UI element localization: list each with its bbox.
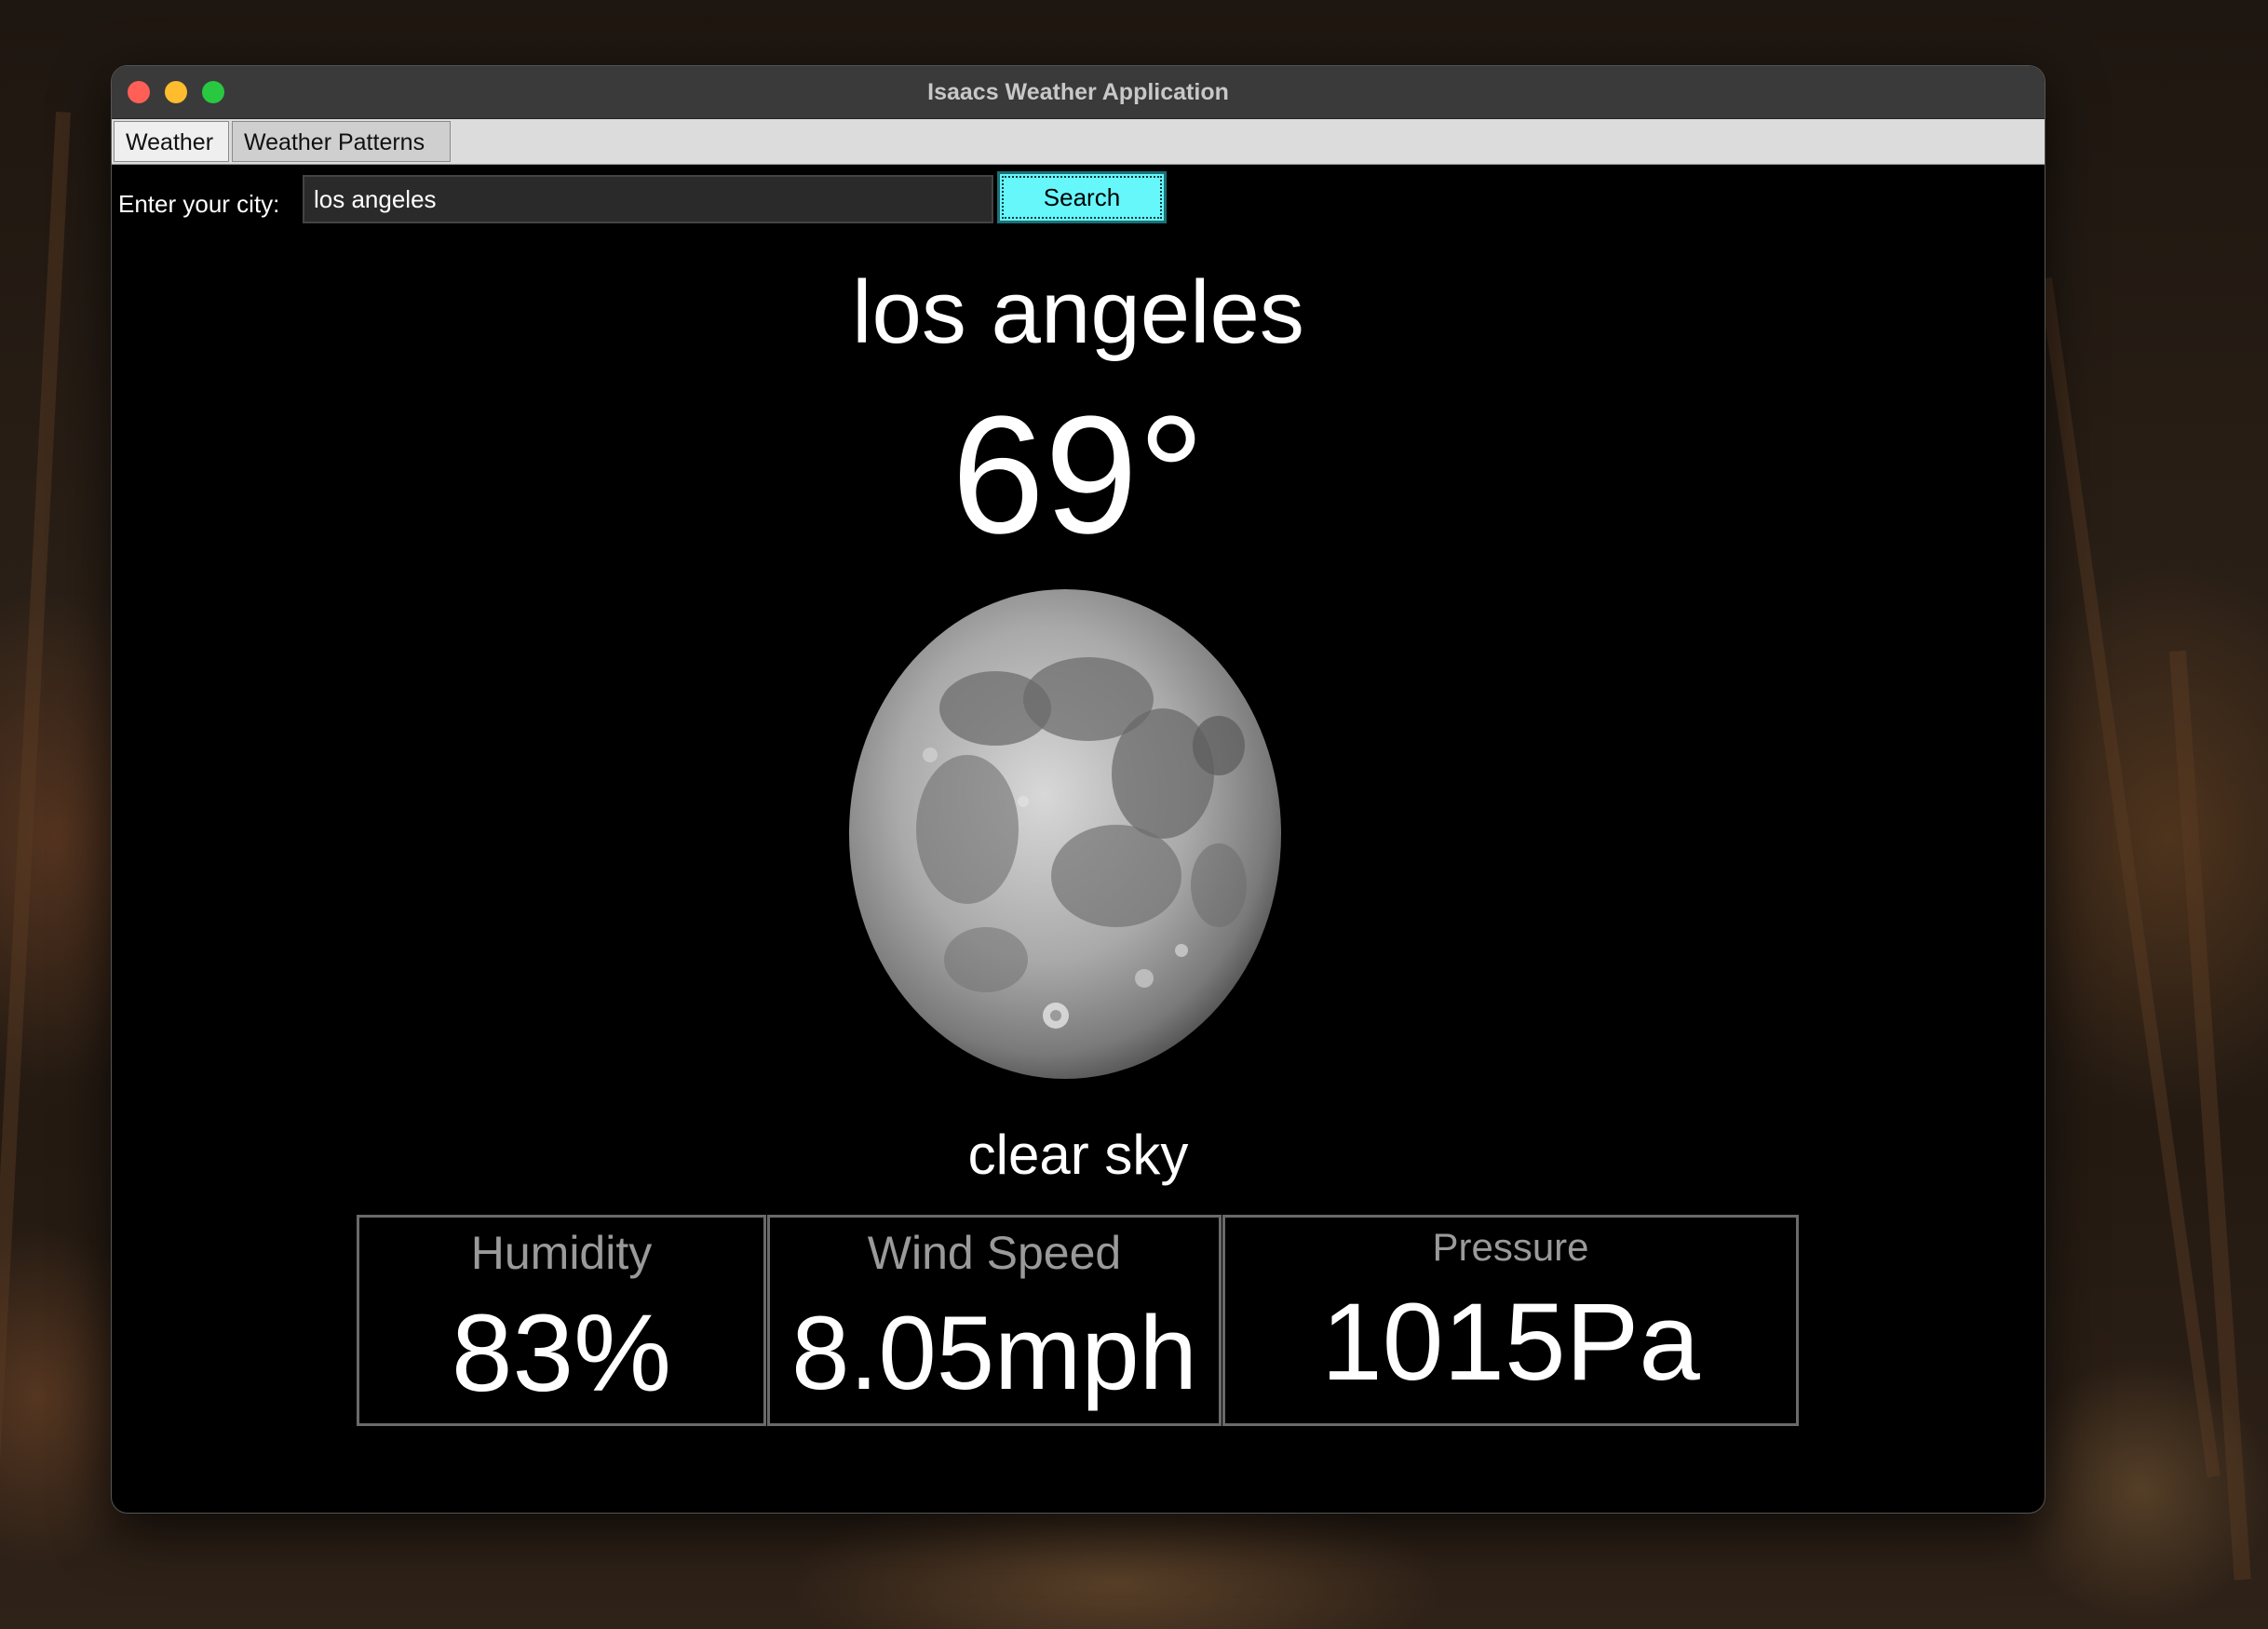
wallpaper-detail [0, 112, 71, 1507]
weather-description: clear sky [967, 1124, 1189, 1186]
window-title: Isaacs Weather Application [927, 79, 1229, 105]
full-moon-icon [846, 587, 1284, 1081]
wind-speed-value: 8.05mph [791, 1295, 1197, 1411]
app-window: Isaacs Weather Application Weather Weath… [111, 65, 2045, 1514]
city-search-input[interactable] [303, 175, 993, 223]
tab-bar: Weather Weather Patterns [112, 119, 2045, 165]
pressure-label: Pressure [1432, 1225, 1589, 1269]
city-input-label: Enter your city: [118, 190, 280, 218]
search-button[interactable]: Search [997, 171, 1167, 223]
title-bar[interactable]: Isaacs Weather Application [112, 66, 2045, 119]
city-name: los angeles [852, 263, 1304, 362]
pressure-box: Pressure 1015Pa [1222, 1215, 1799, 1426]
humidity-label: Humidity [470, 1227, 653, 1279]
wind-speed-box: Wind Speed 8.05mph [767, 1215, 1222, 1426]
tab-weather-patterns[interactable]: Weather Patterns [232, 121, 451, 162]
temperature-value: 69° [951, 382, 1206, 569]
pressure-value: 1015Pa [1321, 1281, 1700, 1404]
wind-speed-label: Wind Speed [867, 1227, 1122, 1279]
humidity-value: 83% [451, 1292, 672, 1415]
humidity-box: Humidity 83% [357, 1215, 766, 1426]
tab-weather[interactable]: Weather [114, 121, 229, 162]
